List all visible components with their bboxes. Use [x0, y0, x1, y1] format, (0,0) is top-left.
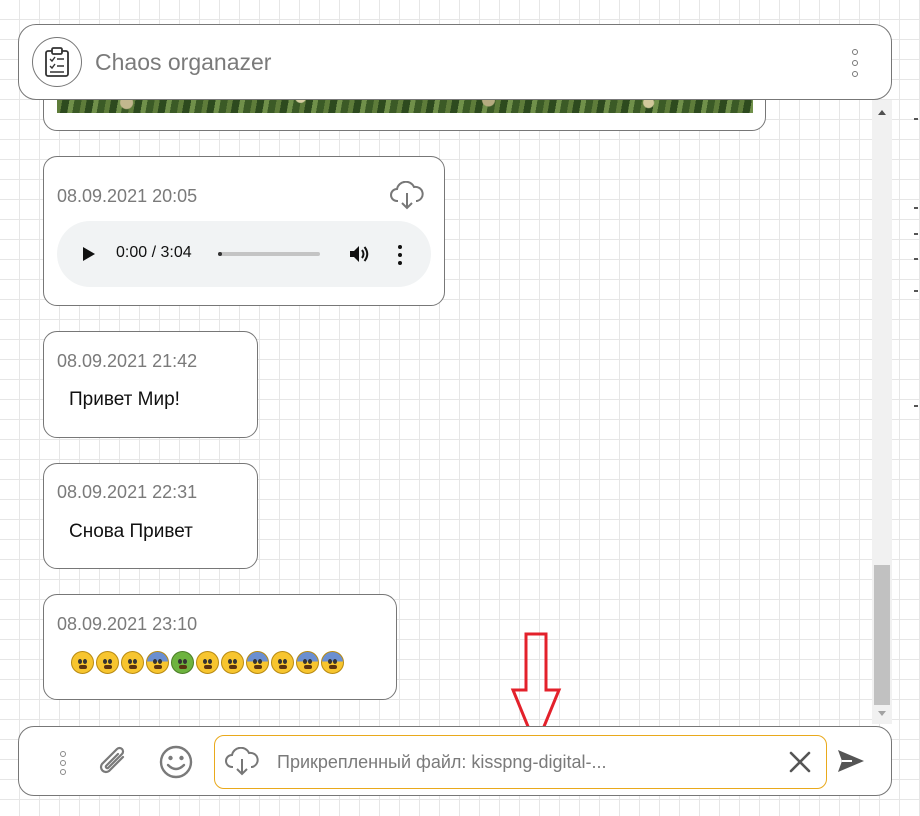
rolling-eyes-face-icon	[121, 651, 144, 674]
header-menu-icon[interactable]	[849, 49, 861, 77]
message-date: 08.09.2021 21:42	[57, 351, 198, 371]
close-icon[interactable]	[788, 750, 812, 779]
audio-options-icon[interactable]	[397, 245, 403, 265]
open-mouth-face-icon	[221, 651, 244, 674]
volume-icon[interactable]	[349, 244, 371, 269]
app-header: Chaos organazer	[18, 24, 892, 100]
edge-marks	[914, 0, 920, 816]
composer-menu-icon[interactable]	[59, 751, 67, 775]
smiley-icon[interactable]	[158, 744, 194, 785]
message-date: 08.09.2021 22:31	[57, 482, 198, 502]
cloud-download-icon[interactable]	[390, 180, 424, 216]
crying-face-icon	[246, 651, 269, 674]
play-icon[interactable]	[83, 247, 95, 261]
text-message: 08.09.2021 22:31 Снова Привет	[43, 463, 258, 569]
scrollbar-thumb[interactable]	[874, 565, 890, 705]
audio-player: 0:00 / 3:04	[57, 221, 431, 287]
fearful-face-icon	[321, 651, 344, 674]
message-date: 08.09.2021 23:10	[57, 614, 198, 634]
chat-scrollbar[interactable]	[872, 100, 892, 724]
chat-area: 08.09.2021 20:05 0:00 / 3:04 08.09.2021 …	[0, 0, 872, 724]
attached-file-field[interactable]: Прикрепленный файл: kisspng-digital-...	[214, 735, 827, 789]
text-message: 08.09.2021 21:42 Привет Мир!	[43, 331, 258, 438]
emoji-message: 08.09.2021 23:10	[43, 594, 397, 700]
paperclip-icon[interactable]	[95, 743, 131, 786]
audio-time: 0:00 / 3:04	[116, 244, 192, 261]
audio-progress[interactable]	[218, 252, 320, 256]
nauseated-face-icon	[171, 651, 194, 674]
message-date: 08.09.2021 20:05	[57, 186, 198, 206]
halo-face-icon	[271, 651, 294, 674]
attached-file-label: Прикрепленный файл: kisspng-digital-...	[277, 752, 607, 772]
message-text: Привет Мир!	[69, 389, 180, 410]
app-title: Chaos organazer	[95, 48, 272, 75]
crying-face-icon	[146, 651, 169, 674]
audio-message: 08.09.2021 20:05 0:00 / 3:04	[43, 156, 445, 306]
fearful-face-icon	[296, 651, 319, 674]
dizzy-face-icon	[71, 651, 94, 674]
emoji-row	[71, 651, 344, 674]
message-text: Снова Привет	[69, 521, 193, 542]
clipboard-icon	[32, 37, 82, 87]
frowning-face-icon	[96, 651, 119, 674]
send-icon[interactable]	[836, 748, 866, 779]
angry-face-icon	[196, 651, 219, 674]
composer-bar: Прикрепленный файл: kisspng-digital-...	[18, 726, 892, 796]
scroll-up-arrow-icon[interactable]	[878, 110, 886, 115]
cloud-download-icon	[225, 746, 259, 782]
scroll-down-arrow-icon[interactable]	[878, 711, 886, 716]
